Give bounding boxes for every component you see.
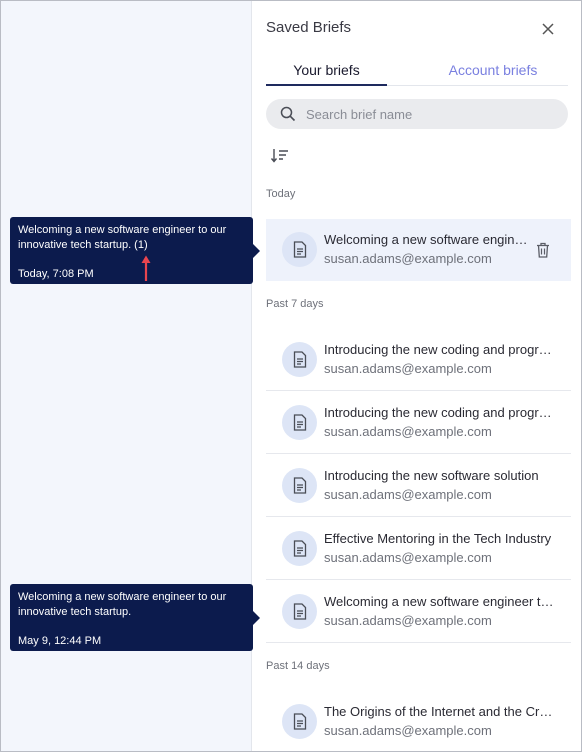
document-icon bbox=[282, 232, 317, 267]
brief-title: Welcoming a new software engineer to our… bbox=[324, 232, 530, 247]
brief-title: The Origins of the Internet and the Crea… bbox=[324, 704, 556, 719]
tooltip-timestamp: May 9, 12:44 PM bbox=[18, 635, 102, 647]
brief-item[interactable]: Introducing the new coding and programmi… bbox=[266, 392, 571, 454]
sort-icon bbox=[270, 149, 288, 163]
document-icon bbox=[282, 704, 317, 739]
section-label-past-7-days: Past 7 days bbox=[266, 298, 324, 310]
brief-title: Introducing the new coding and programmi… bbox=[324, 405, 556, 420]
brief-item[interactable]: Introducing the new coding and programmi… bbox=[266, 329, 571, 391]
trash-icon bbox=[537, 242, 549, 258]
document-icon bbox=[282, 342, 317, 377]
document-icon bbox=[282, 594, 317, 629]
brief-owner: susan.adams@example.com bbox=[324, 487, 492, 502]
close-icon bbox=[542, 23, 554, 35]
active-tab-indicator bbox=[266, 84, 387, 86]
document-icon bbox=[282, 468, 317, 503]
tab-your-briefs[interactable]: Your briefs bbox=[266, 62, 387, 78]
brief-owner: susan.adams@example.com bbox=[324, 251, 492, 266]
tooltip-title: Welcoming a new software engineer to our… bbox=[18, 224, 227, 251]
brief-title: Introducing the new coding and programmi… bbox=[324, 342, 556, 357]
panel-title: Saved Briefs bbox=[266, 19, 352, 36]
search-input[interactable] bbox=[306, 106, 546, 122]
section-label-today: Today bbox=[266, 188, 296, 200]
close-button[interactable] bbox=[536, 17, 560, 41]
brief-tooltip: Welcoming a new software engineer to our… bbox=[10, 584, 260, 651]
brief-item[interactable]: Effective Mentoring in the Tech Industry… bbox=[266, 518, 571, 580]
document-icon bbox=[282, 405, 317, 440]
tab-bar: Your briefs Account briefs bbox=[266, 54, 568, 86]
brief-owner: susan.adams@example.com bbox=[324, 424, 492, 439]
annotation-arrow-icon bbox=[141, 255, 151, 281]
brief-owner: susan.adams@example.com bbox=[324, 550, 492, 565]
brief-owner: susan.adams@example.com bbox=[324, 723, 492, 738]
brief-title: Welcoming a new software engineer to our… bbox=[324, 594, 556, 609]
tooltip-title: Welcoming a new software engineer to our… bbox=[18, 591, 227, 618]
search-icon bbox=[280, 106, 296, 122]
saved-briefs-panel: Saved Briefs Your briefs Account briefs … bbox=[251, 0, 582, 752]
brief-item[interactable]: The Origins of the Internet and the Crea… bbox=[266, 691, 571, 752]
sort-button[interactable] bbox=[270, 147, 292, 167]
brief-title: Effective Mentoring in the Tech Industry bbox=[324, 531, 552, 546]
document-icon bbox=[282, 531, 317, 566]
brief-tooltip: Welcoming a new software engineer to our… bbox=[10, 217, 260, 284]
search-box bbox=[266, 99, 568, 129]
brief-owner: susan.adams@example.com bbox=[324, 613, 492, 628]
tooltip-timestamp: Today, 7:08 PM bbox=[18, 268, 94, 280]
brief-title: Introducing the new software solution bbox=[324, 468, 539, 483]
tab-account-briefs[interactable]: Account briefs bbox=[428, 62, 558, 78]
brief-owner: susan.adams@example.com bbox=[324, 361, 492, 376]
brief-item[interactable]: Welcoming a new software engineer to our… bbox=[266, 219, 571, 281]
delete-button[interactable] bbox=[534, 241, 552, 259]
section-label-past-14-days: Past 14 days bbox=[266, 660, 330, 672]
brief-item[interactable]: Introducing the new software solution su… bbox=[266, 455, 571, 517]
brief-item[interactable]: Welcoming a new software engineer to our… bbox=[266, 581, 571, 643]
